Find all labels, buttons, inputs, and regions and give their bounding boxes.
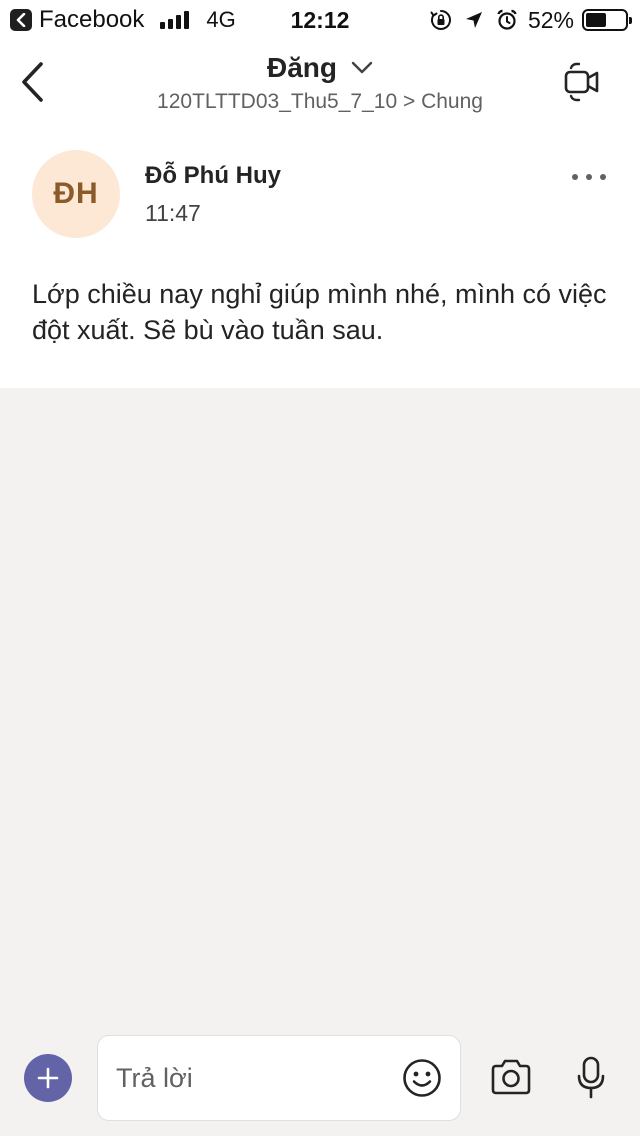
- microphone-icon: [577, 1056, 605, 1099]
- video-call-button[interactable]: [564, 62, 600, 107]
- microphone-button[interactable]: [576, 1056, 606, 1105]
- channel-title-dropdown[interactable]: Đăng: [120, 50, 520, 86]
- status-bar: Facebook 4G 12:12 52%: [0, 0, 640, 40]
- author-name[interactable]: Đỗ Phú Huy: [145, 162, 281, 190]
- battery-level: [586, 13, 606, 27]
- add-attachment-button[interactable]: [24, 1054, 72, 1102]
- more-horizontal-icon: [572, 174, 578, 180]
- back-chevron-icon: [22, 62, 43, 102]
- status-bar-right: 52%: [430, 7, 632, 33]
- page-title: Đăng: [267, 52, 337, 83]
- network-type: 4G: [206, 7, 236, 32]
- message-body: Lớp chiều nay nghỉ giúp mình nhé, mình c…: [32, 279, 607, 345]
- plus-icon: [37, 1067, 59, 1089]
- camera-icon: [491, 1059, 531, 1095]
- message-card: ĐH Đỗ Phú Huy 11:47 Lớp chiều nay nghỉ g…: [0, 130, 640, 388]
- conversation-header: Đăng 120TLTTD03_Thu5_7_10 > Chung: [0, 40, 640, 130]
- location-arrow-icon: [465, 12, 482, 28]
- reply-composer: [0, 1030, 640, 1136]
- reply-box[interactable]: [97, 1035, 461, 1121]
- header-center: Đăng 120TLTTD03_Thu5_7_10 > Chung: [120, 50, 520, 114]
- battery-percent: 52%: [527, 7, 574, 33]
- breadcrumb[interactable]: 120TLTTD03_Thu5_7_10 > Chung: [120, 90, 520, 114]
- back-button[interactable]: [14, 58, 54, 108]
- camera-button[interactable]: [489, 1057, 533, 1102]
- more-options-button[interactable]: [572, 170, 606, 184]
- orientation-lock-icon: [430, 10, 451, 30]
- avatar[interactable]: ĐH: [32, 150, 120, 238]
- back-to-app-label[interactable]: Facebook: [39, 7, 144, 33]
- chevron-down-icon: [351, 61, 373, 74]
- emoji-button[interactable]: [402, 1058, 442, 1103]
- video-call-icon: [564, 62, 599, 102]
- signal-bars-icon: [160, 11, 192, 29]
- alarm-icon: [497, 9, 517, 30]
- battery-icon: [582, 9, 632, 31]
- emoji-icon: [403, 1059, 441, 1097]
- back-to-app-icon[interactable]: [10, 9, 32, 31]
- message-timestamp: 11:47: [145, 200, 201, 226]
- status-bar-left: Facebook 4G: [10, 7, 236, 33]
- reply-input[interactable]: [116, 1058, 386, 1098]
